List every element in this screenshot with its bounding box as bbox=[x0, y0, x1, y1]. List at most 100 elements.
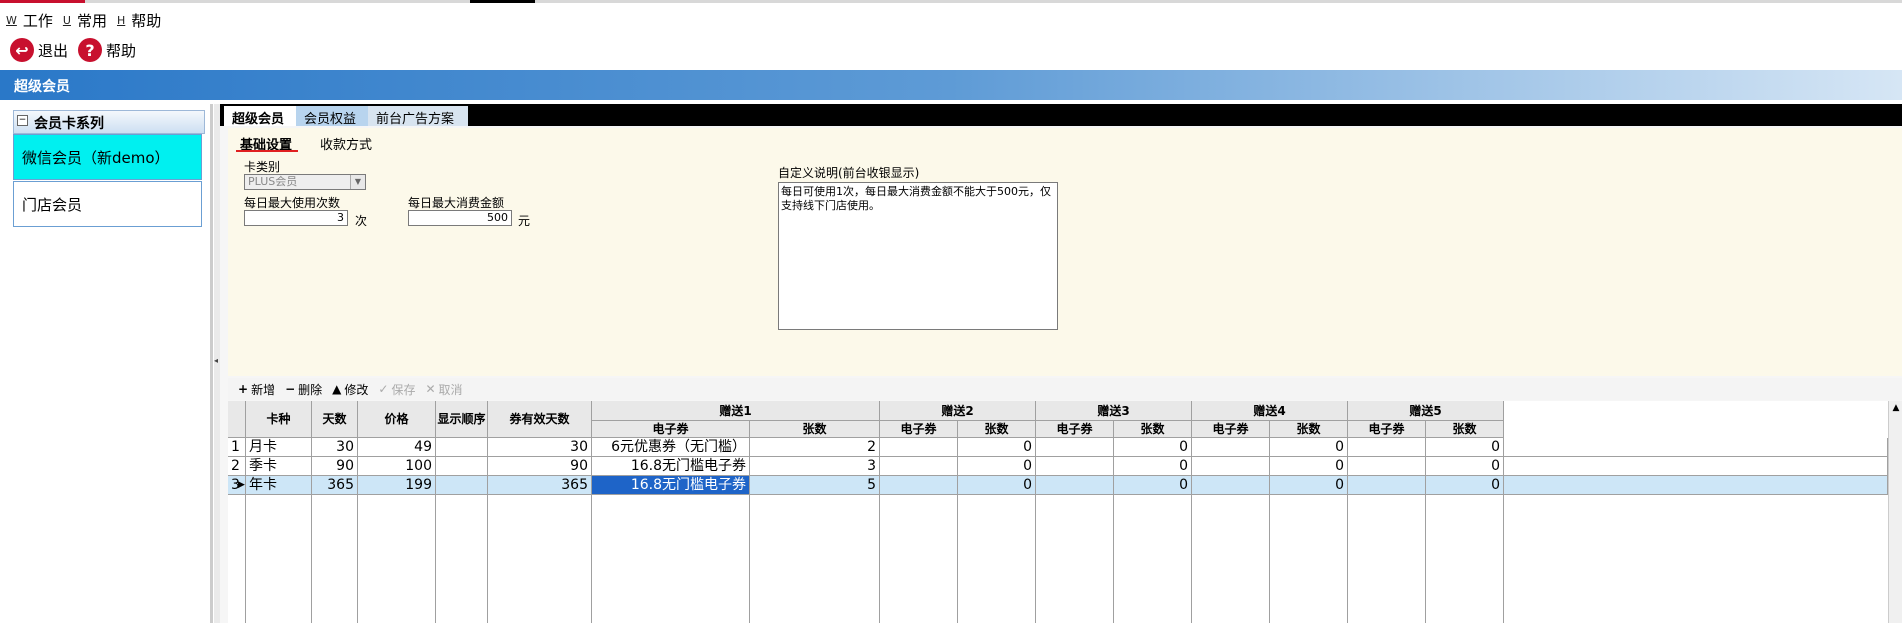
table-cell-card-type[interactable]: 年卡 bbox=[246, 476, 312, 495]
sub-header: 张数 bbox=[750, 421, 880, 438]
table-cell-coupon-count[interactable]: 0 bbox=[1426, 476, 1504, 495]
table-cell-coupon-count[interactable]: 0 bbox=[1270, 457, 1348, 476]
table-cell-price[interactable]: 100 bbox=[358, 457, 436, 476]
row-number[interactable]: 2 bbox=[228, 457, 246, 476]
top-strip bbox=[0, 0, 1902, 3]
collapse-icon[interactable]: − bbox=[17, 115, 28, 126]
check-icon: ✓ bbox=[378, 382, 389, 396]
menu-work[interactable]: W 工作 bbox=[6, 10, 53, 31]
card-type-select[interactable]: PLUS会员 ▼ bbox=[244, 174, 366, 190]
max-amount-unit: 元 bbox=[518, 214, 531, 228]
table-cell-coupon[interactable] bbox=[1036, 457, 1114, 476]
close-icon: ✕ bbox=[425, 382, 436, 396]
table-cell-coupon[interactable] bbox=[880, 457, 958, 476]
table-cell-price[interactable]: 49 bbox=[358, 438, 436, 457]
save-button[interactable]: ✓ 保存 bbox=[378, 381, 415, 398]
table-cell-days[interactable]: 30 bbox=[312, 438, 358, 457]
table-cell-coupon-count[interactable]: 0 bbox=[958, 476, 1036, 495]
cancel-button[interactable]: ✕ 取消 bbox=[425, 381, 462, 398]
group-header: 赠送1 bbox=[592, 401, 880, 421]
table-filler[interactable] bbox=[1504, 438, 1888, 457]
max-amount-input[interactable]: 500 bbox=[408, 210, 512, 226]
sub-header: 电子券 bbox=[880, 421, 958, 438]
table-cell-coupon[interactable] bbox=[880, 438, 958, 457]
sub-header: 张数 bbox=[1270, 421, 1348, 438]
column-header: 券有效天数 bbox=[488, 401, 592, 438]
sub-header: 张数 bbox=[1114, 421, 1192, 438]
table-cell-coupon-count[interactable]: 0 bbox=[1270, 476, 1348, 495]
table-cell-coupon[interactable] bbox=[1192, 457, 1270, 476]
menu-common[interactable]: U 常用 bbox=[63, 10, 107, 31]
table-cell-coupon-count[interactable]: 0 bbox=[1114, 438, 1192, 457]
tab-bar: 超级会员 会员权益 前台广告方案 bbox=[220, 104, 1902, 127]
table-cell-coupon[interactable] bbox=[1348, 476, 1426, 495]
row-selector-icon: ▶ bbox=[238, 480, 245, 490]
description-textarea[interactable]: 每日可使用1次，每日最大消费金额不能大于500元，仅支持线下门店使用。 bbox=[778, 182, 1058, 330]
table-cell-coupon[interactable]: 16.8无门槛电子券 bbox=[592, 457, 750, 476]
table-corner bbox=[228, 401, 246, 438]
column-gridline bbox=[1269, 495, 1270, 623]
table-cell-coupon-count[interactable]: 0 bbox=[1270, 438, 1348, 457]
table-cell-coupon[interactable] bbox=[1348, 438, 1426, 457]
table-cell-days[interactable]: 365 bbox=[312, 476, 358, 495]
table-cell-valid-days[interactable]: 365 bbox=[488, 476, 592, 495]
table-filler[interactable] bbox=[1504, 476, 1888, 495]
scroll-up-icon[interactable]: ▲ bbox=[1889, 401, 1902, 415]
help-button[interactable]: ? 帮助 bbox=[78, 38, 136, 62]
grid-toolbar: + 新增 − 删除 ▲ 修改 ✓ 保存 ✕ 取消 bbox=[228, 378, 1902, 400]
table-cell-order[interactable] bbox=[436, 457, 488, 476]
exit-button[interactable]: ↩ 退出 bbox=[10, 38, 68, 62]
table-cell-coupon[interactable] bbox=[1036, 438, 1114, 457]
sidebar-item-wechat-member[interactable]: 微信会员（新demo） bbox=[13, 134, 202, 180]
table-cell-card-type[interactable]: 月卡 bbox=[246, 438, 312, 457]
subtab-payment-methods[interactable]: 收款方式 bbox=[320, 134, 372, 153]
max-use-unit: 次 bbox=[355, 214, 368, 228]
table-cell-coupon[interactable] bbox=[1036, 476, 1114, 495]
table-cell-coupon-count[interactable]: 0 bbox=[1426, 438, 1504, 457]
table-cell-coupon-count[interactable]: 0 bbox=[958, 438, 1036, 457]
menu-help[interactable]: H 帮助 bbox=[117, 10, 161, 31]
table-cell-coupon-count[interactable]: 2 bbox=[750, 438, 880, 457]
table-cell-order[interactable] bbox=[436, 438, 488, 457]
table-cell-price[interactable]: 199 bbox=[358, 476, 436, 495]
table-cell-coupon-count[interactable]: 5 bbox=[750, 476, 880, 495]
tab-ad-scheme[interactable]: 前台广告方案 bbox=[368, 106, 468, 127]
table-cell-coupon-count[interactable]: 0 bbox=[1426, 457, 1504, 476]
table-cell-order[interactable] bbox=[436, 476, 488, 495]
table-cell-coupon-count[interactable]: 0 bbox=[1114, 476, 1192, 495]
column-header: 天数 bbox=[312, 401, 358, 438]
tab-super-member[interactable]: 超级会员 bbox=[224, 106, 296, 127]
delete-button[interactable]: − 删除 bbox=[285, 381, 322, 398]
max-amount-label: 每日最大消费金额 bbox=[408, 196, 505, 210]
row-number[interactable]: 1 bbox=[228, 438, 246, 457]
max-use-input[interactable]: 3 bbox=[244, 210, 348, 226]
table-cell-days[interactable]: 90 bbox=[312, 457, 358, 476]
table-cell-coupon-count[interactable]: 3 bbox=[750, 457, 880, 476]
table-cell-valid-days[interactable]: 90 bbox=[488, 457, 592, 476]
edit-button[interactable]: ▲ 修改 bbox=[332, 381, 368, 398]
group-header: 赠送3 bbox=[1036, 401, 1192, 421]
table-cell-coupon[interactable] bbox=[1192, 438, 1270, 457]
minus-icon: − bbox=[285, 382, 296, 396]
table-cell-coupon[interactable]: 16.8无门槛电子券 bbox=[592, 476, 750, 495]
tab-member-rights[interactable]: 会员权益 bbox=[296, 106, 368, 127]
add-button[interactable]: + 新增 bbox=[238, 381, 275, 398]
sidebar-item-store-member[interactable]: 门店会员 bbox=[13, 181, 202, 227]
pricing-table: ▲ 卡种 天数 价格 显示顺序 券有效天数 赠送1 电子券 张数 赠送2 电子券 张数 赠送3 电子券张… bbox=[228, 401, 1902, 623]
sub-header: 电子券 bbox=[1036, 421, 1114, 438]
table-cell-coupon[interactable] bbox=[1192, 476, 1270, 495]
column-header: 显示顺序 bbox=[436, 401, 488, 438]
table-cell-coupon-count[interactable]: 0 bbox=[958, 457, 1036, 476]
table-cell-coupon[interactable] bbox=[1348, 457, 1426, 476]
collapse-arrow-icon[interactable]: ◂ bbox=[214, 356, 218, 365]
table-filler[interactable] bbox=[1504, 457, 1888, 476]
sidebar-group-header[interactable]: − 会员卡系列 bbox=[13, 110, 205, 134]
table-cell-coupon[interactable]: 6元优惠券（无门槛） bbox=[592, 438, 750, 457]
vertical-scrollbar[interactable]: ▲ bbox=[1888, 401, 1902, 623]
table-cell-coupon[interactable] bbox=[880, 476, 958, 495]
sub-header: 电子券 bbox=[1192, 421, 1270, 438]
table-cell-valid-days[interactable]: 30 bbox=[488, 438, 592, 457]
table-cell-coupon-count[interactable]: 0 bbox=[1114, 457, 1192, 476]
table-cell-card-type[interactable]: 季卡 bbox=[246, 457, 312, 476]
subtab-underline bbox=[236, 150, 298, 152]
